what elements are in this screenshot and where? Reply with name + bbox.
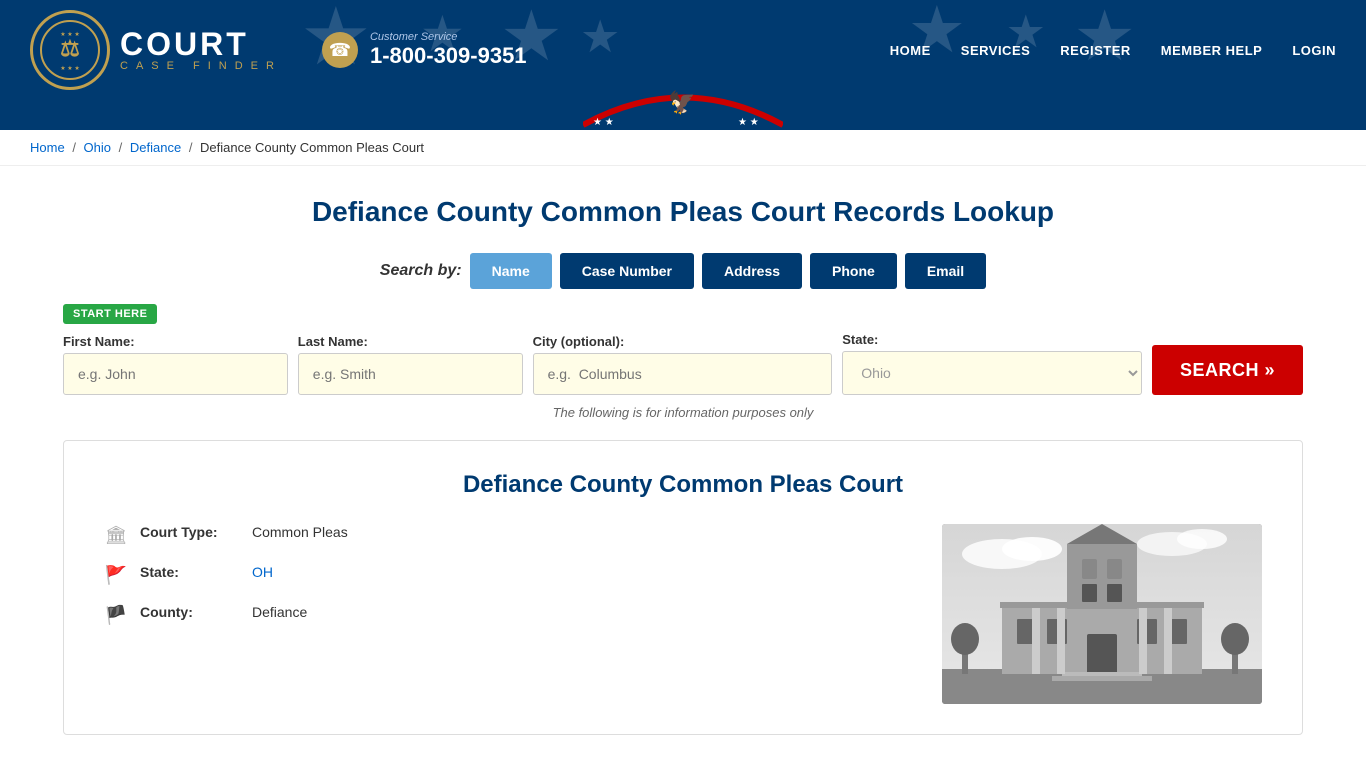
detail-row-county: 🏴 County: Defiance <box>104 604 912 626</box>
form-row: First Name: Last Name: City (optional): … <box>63 332 1303 395</box>
tab-case-number[interactable]: Case Number <box>560 253 694 289</box>
logo-title: COURT <box>120 28 282 60</box>
breadcrumb-defiance[interactable]: Defiance <box>130 140 181 155</box>
pennant-icon: 🏴 <box>104 605 128 626</box>
svg-text:★ ★: ★ ★ <box>738 117 759 128</box>
city-label: City (optional): <box>533 334 833 349</box>
tab-name[interactable]: Name <box>470 253 552 289</box>
page-title: Defiance County Common Pleas Court Recor… <box>63 196 1303 228</box>
building-icon: 🏛 <box>104 525 128 546</box>
logo-text: COURT CASE FINDER <box>120 28 282 72</box>
state-value[interactable]: OH <box>252 564 273 580</box>
search-button[interactable]: SEARCH » <box>1152 345 1303 395</box>
breadcrumb-sep-1: / <box>72 140 79 155</box>
first-name-input[interactable] <box>63 353 288 395</box>
search-form-area: START HERE First Name: Last Name: City (… <box>63 304 1303 395</box>
detail-row-state: 🚩 State: OH <box>104 564 912 586</box>
logo-subtitle: CASE FINDER <box>120 60 282 72</box>
nav-login[interactable]: LOGIN <box>1292 43 1336 58</box>
court-photo-area <box>942 524 1262 704</box>
city-group: City (optional): <box>533 334 833 395</box>
svg-text:★ ★ ★: ★ ★ ★ <box>60 31 79 38</box>
breadcrumb-home[interactable]: Home <box>30 140 65 155</box>
last-name-group: Last Name: <box>298 334 523 395</box>
state-select[interactable]: Ohio Alabama Alaska Arizona California C… <box>842 351 1142 395</box>
svg-text:★ ★ ★: ★ ★ ★ <box>60 65 79 72</box>
phone-icon: ☎ <box>322 32 358 68</box>
county-label: County: <box>140 604 240 620</box>
svg-text:★ ★: ★ ★ <box>593 117 614 128</box>
svg-text:⚖: ⚖ <box>60 36 80 61</box>
eagle-emblem: ★ ★ 🦅 ★ ★ <box>583 80 783 137</box>
phone-info: Customer Service 1-800-309-9351 <box>370 31 527 69</box>
phone-label: Customer Service <box>370 31 527 43</box>
breadcrumb-current: Defiance County Common Pleas Court <box>200 140 424 155</box>
svg-text:🦅: 🦅 <box>668 89 695 115</box>
nav-home[interactable]: HOME <box>890 43 931 58</box>
logo-emblem-svg: ⚖ ★ ★ ★ ★ ★ ★ <box>48 28 92 72</box>
breadcrumb-sep-3: / <box>189 140 196 155</box>
courthouse-illustration <box>942 524 1262 704</box>
state-label: State: <box>842 332 1142 347</box>
main-nav: HOME SERVICES REGISTER MEMBER HELP LOGIN <box>890 43 1336 58</box>
search-by-row: Search by: Name Case Number Address Phon… <box>63 253 1303 289</box>
logo-area[interactable]: ⚖ ★ ★ ★ ★ ★ ★ COURT CASE FINDER <box>30 10 282 90</box>
flag-icon: 🚩 <box>104 565 128 586</box>
county-value: Defiance <box>252 604 307 620</box>
first-name-group: First Name: <box>63 334 288 395</box>
court-type-label: Court Type: <box>140 524 240 540</box>
nav-member-help[interactable]: MEMBER HELP <box>1161 43 1263 58</box>
info-note: The following is for information purpose… <box>63 405 1303 420</box>
breadcrumb-sep-2: / <box>119 140 126 155</box>
state-label-detail: State: <box>140 564 240 580</box>
detail-row-court-type: 🏛 Court Type: Common Pleas <box>104 524 912 546</box>
city-input[interactable] <box>533 353 833 395</box>
court-photo <box>942 524 1262 704</box>
last-name-input[interactable] <box>298 353 523 395</box>
court-card-content: 🏛 Court Type: Common Pleas 🚩 State: OH 🏴… <box>104 524 1262 704</box>
start-here-badge: START HERE <box>63 304 157 324</box>
phone-number: 1-800-309-9351 <box>370 43 527 69</box>
phone-area: ☎ Customer Service 1-800-309-9351 <box>322 31 527 69</box>
first-name-label: First Name: <box>63 334 288 349</box>
main-content: Defiance County Common Pleas Court Recor… <box>33 166 1333 755</box>
court-info-left: 🏛 Court Type: Common Pleas 🚩 State: OH 🏴… <box>104 524 912 704</box>
banner-wave: ★ ★ 🦅 ★ ★ <box>0 100 1366 130</box>
court-card: Defiance County Common Pleas Court 🏛 Cou… <box>63 440 1303 735</box>
tab-email[interactable]: Email <box>905 253 986 289</box>
state-group: State: Ohio Alabama Alaska Arizona Calif… <box>842 332 1142 395</box>
last-name-label: Last Name: <box>298 334 523 349</box>
court-card-title: Defiance County Common Pleas Court <box>104 471 1262 499</box>
search-by-label: Search by: <box>380 262 462 280</box>
nav-register[interactable]: REGISTER <box>1060 43 1130 58</box>
court-type-value: Common Pleas <box>252 524 348 540</box>
tab-phone[interactable]: Phone <box>810 253 897 289</box>
nav-services[interactable]: SERVICES <box>961 43 1031 58</box>
breadcrumb-ohio[interactable]: Ohio <box>84 140 111 155</box>
logo-badge: ⚖ ★ ★ ★ ★ ★ ★ <box>30 10 110 90</box>
tab-address[interactable]: Address <box>702 253 802 289</box>
